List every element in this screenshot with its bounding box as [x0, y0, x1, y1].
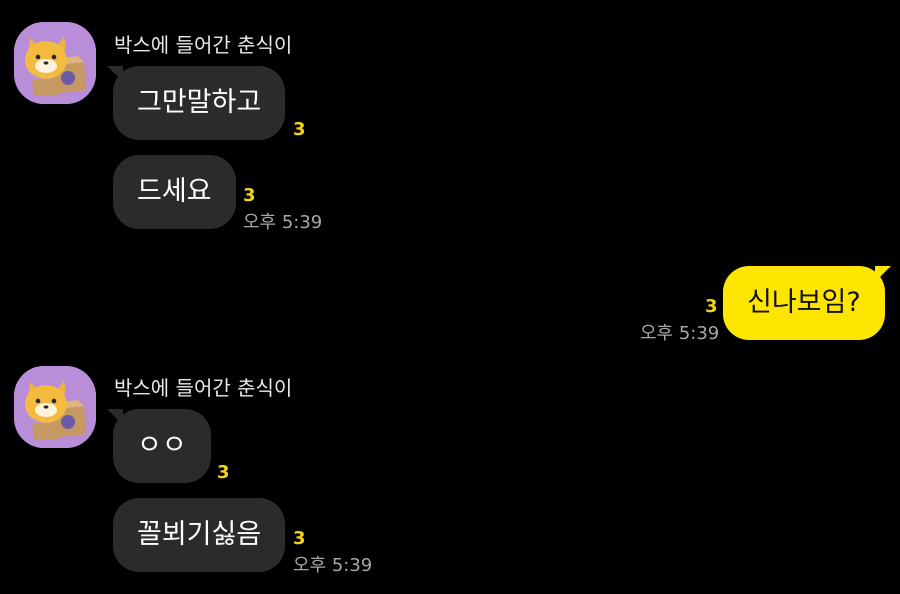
- sender-name: 박스에 들어간 춘식이: [114, 376, 293, 400]
- avatar[interactable]: [14, 366, 96, 448]
- avatar[interactable]: [14, 22, 96, 104]
- unread-count: 3: [243, 185, 256, 206]
- message-bubble[interactable]: 그만말하고: [106, 66, 286, 140]
- unread-count: 3: [705, 296, 718, 317]
- sender-name: 박스에 들어간 춘식이: [114, 33, 293, 57]
- timestamp: 오후 5:39: [243, 212, 323, 233]
- message-bubble[interactable]: 드세요: [113, 155, 236, 229]
- my-message-bubble[interactable]: 신나보임?: [723, 266, 891, 340]
- timestamp: 오후 5:39: [640, 323, 720, 344]
- message-bubble[interactable]: 꼴뵈기싫음: [113, 498, 286, 572]
- unread-count: 3: [293, 119, 306, 140]
- unread-count: 3: [293, 528, 306, 549]
- message-bubble[interactable]: ㅇㅇ: [107, 409, 211, 483]
- cat-in-box-icon: [14, 366, 96, 448]
- cat-in-box-icon: [14, 22, 96, 104]
- unread-count: 3: [217, 462, 230, 483]
- timestamp: 오후 5:39: [293, 555, 373, 576]
